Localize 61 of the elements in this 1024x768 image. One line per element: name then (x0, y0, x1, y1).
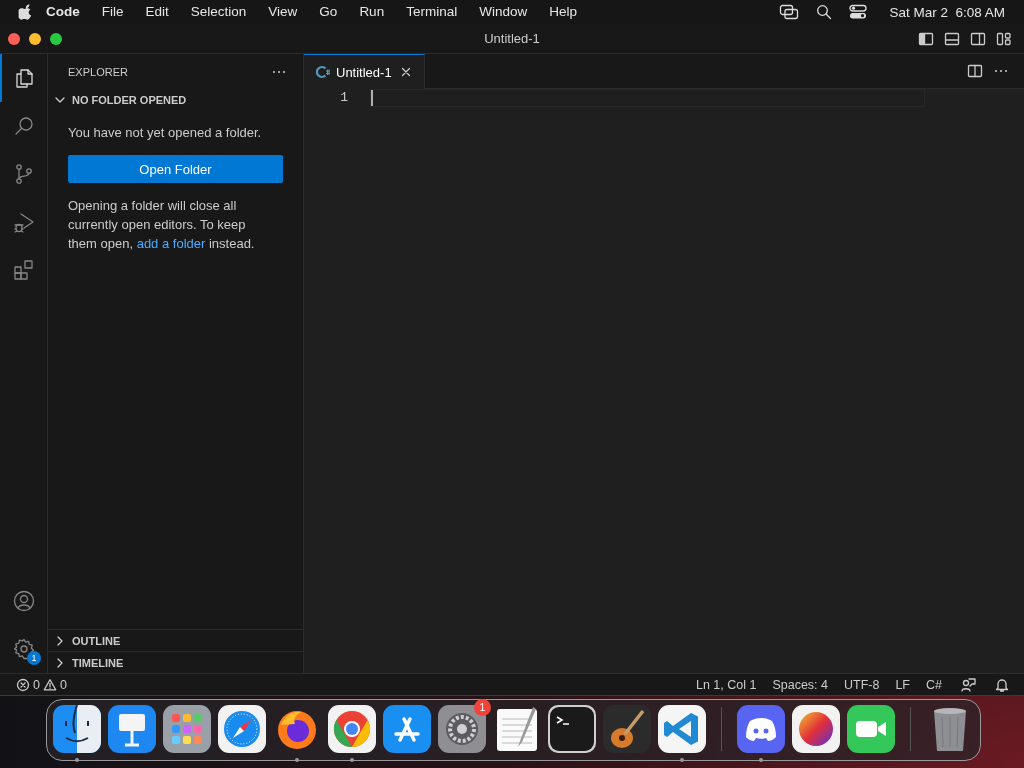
sidebar-toggle-icon[interactable] (918, 30, 934, 47)
add-folder-link[interactable]: add a folder (136, 236, 206, 251)
text-cursor (371, 90, 373, 106)
section-header[interactable]: OUTLINE (48, 629, 303, 651)
settings-icon[interactable] (11, 637, 36, 661)
open-folder-button[interactable]: Open Folder (68, 155, 283, 183)
sidebar-title: EXPLORER (68, 65, 129, 78)
video-camera-icon[interactable] (847, 705, 895, 753)
menu-item[interactable]: Edit (134, 0, 180, 24)
status-item[interactable]: Spaces: 4 (764, 677, 836, 692)
app-grid-icon[interactable] (163, 705, 211, 753)
editor-tab[interactable]: Untitled-1 (304, 54, 425, 89)
screens-icon[interactable] (779, 4, 800, 20)
line-number: 1 (339, 89, 349, 107)
guitar-icon[interactable] (603, 705, 651, 753)
menu-item[interactable]: Run (348, 0, 396, 24)
close-window-button[interactable] (8, 32, 20, 45)
apple-logo-icon[interactable] (18, 4, 32, 20)
lectern-icon[interactable] (108, 705, 156, 753)
notification-badge: 1 (474, 699, 491, 716)
warning-icon (42, 677, 57, 692)
zoom-window-button[interactable] (50, 32, 62, 45)
smiling-face-icon[interactable] (53, 705, 101, 753)
error-icon (16, 677, 30, 692)
layout-icon[interactable] (996, 30, 1012, 47)
status-item[interactable]: Ln 1, Col 1 (687, 677, 765, 692)
game-controller-icon[interactable] (737, 705, 785, 753)
status-item[interactable]: UTF-8 (836, 677, 888, 692)
extensions-icon[interactable] (11, 258, 36, 282)
notification-badge: 1 (27, 651, 41, 665)
compass-icon[interactable] (218, 705, 266, 753)
empty-message: You have not yet opened a folder. (68, 124, 263, 142)
status-item[interactable]: LF (887, 677, 918, 692)
section-header[interactable]: NO FOLDER OPENED (48, 89, 303, 111)
window-title: Untitled-1 (484, 31, 540, 46)
minimize-window-button[interactable] (29, 32, 41, 45)
feedback-icon[interactable] (960, 676, 976, 693)
menu-item[interactable]: Code (32, 0, 91, 24)
bell-icon[interactable] (994, 676, 1010, 693)
split-editor-icon[interactable] (967, 63, 983, 79)
account-icon[interactable] (11, 589, 36, 613)
menu-item[interactable]: Terminal (395, 0, 469, 24)
menu-item[interactable]: View (257, 0, 309, 24)
status-item[interactable]: C# (918, 677, 950, 692)
terminal-icon[interactable] (548, 705, 596, 753)
search-icon[interactable] (816, 4, 833, 20)
toggle-switches-icon[interactable] (849, 4, 868, 20)
menu-item[interactable]: Selection (179, 0, 258, 24)
panel-toggle-icon[interactable] (944, 30, 960, 47)
code-editor-icon[interactable] (658, 705, 706, 753)
menu-item[interactable]: Window (468, 0, 539, 24)
sidebar-toggle-icon[interactable] (970, 30, 986, 47)
problems-button[interactable]: 0 0 (14, 677, 69, 692)
csharp-file-icon (316, 65, 330, 79)
clock[interactable]: Sat Mar 2 6:08 AM (889, 4, 1005, 20)
ring-wheel-icon[interactable] (328, 705, 376, 753)
help-text: Opening a folder will close all currently open editors. To keep them open, add a folder instead. (68, 197, 256, 253)
menu-item[interactable]: Help (538, 0, 588, 24)
menu-item[interactable]: File (90, 0, 135, 24)
menu-item[interactable]: Go (308, 0, 349, 24)
gear-icon[interactable] (438, 705, 486, 753)
